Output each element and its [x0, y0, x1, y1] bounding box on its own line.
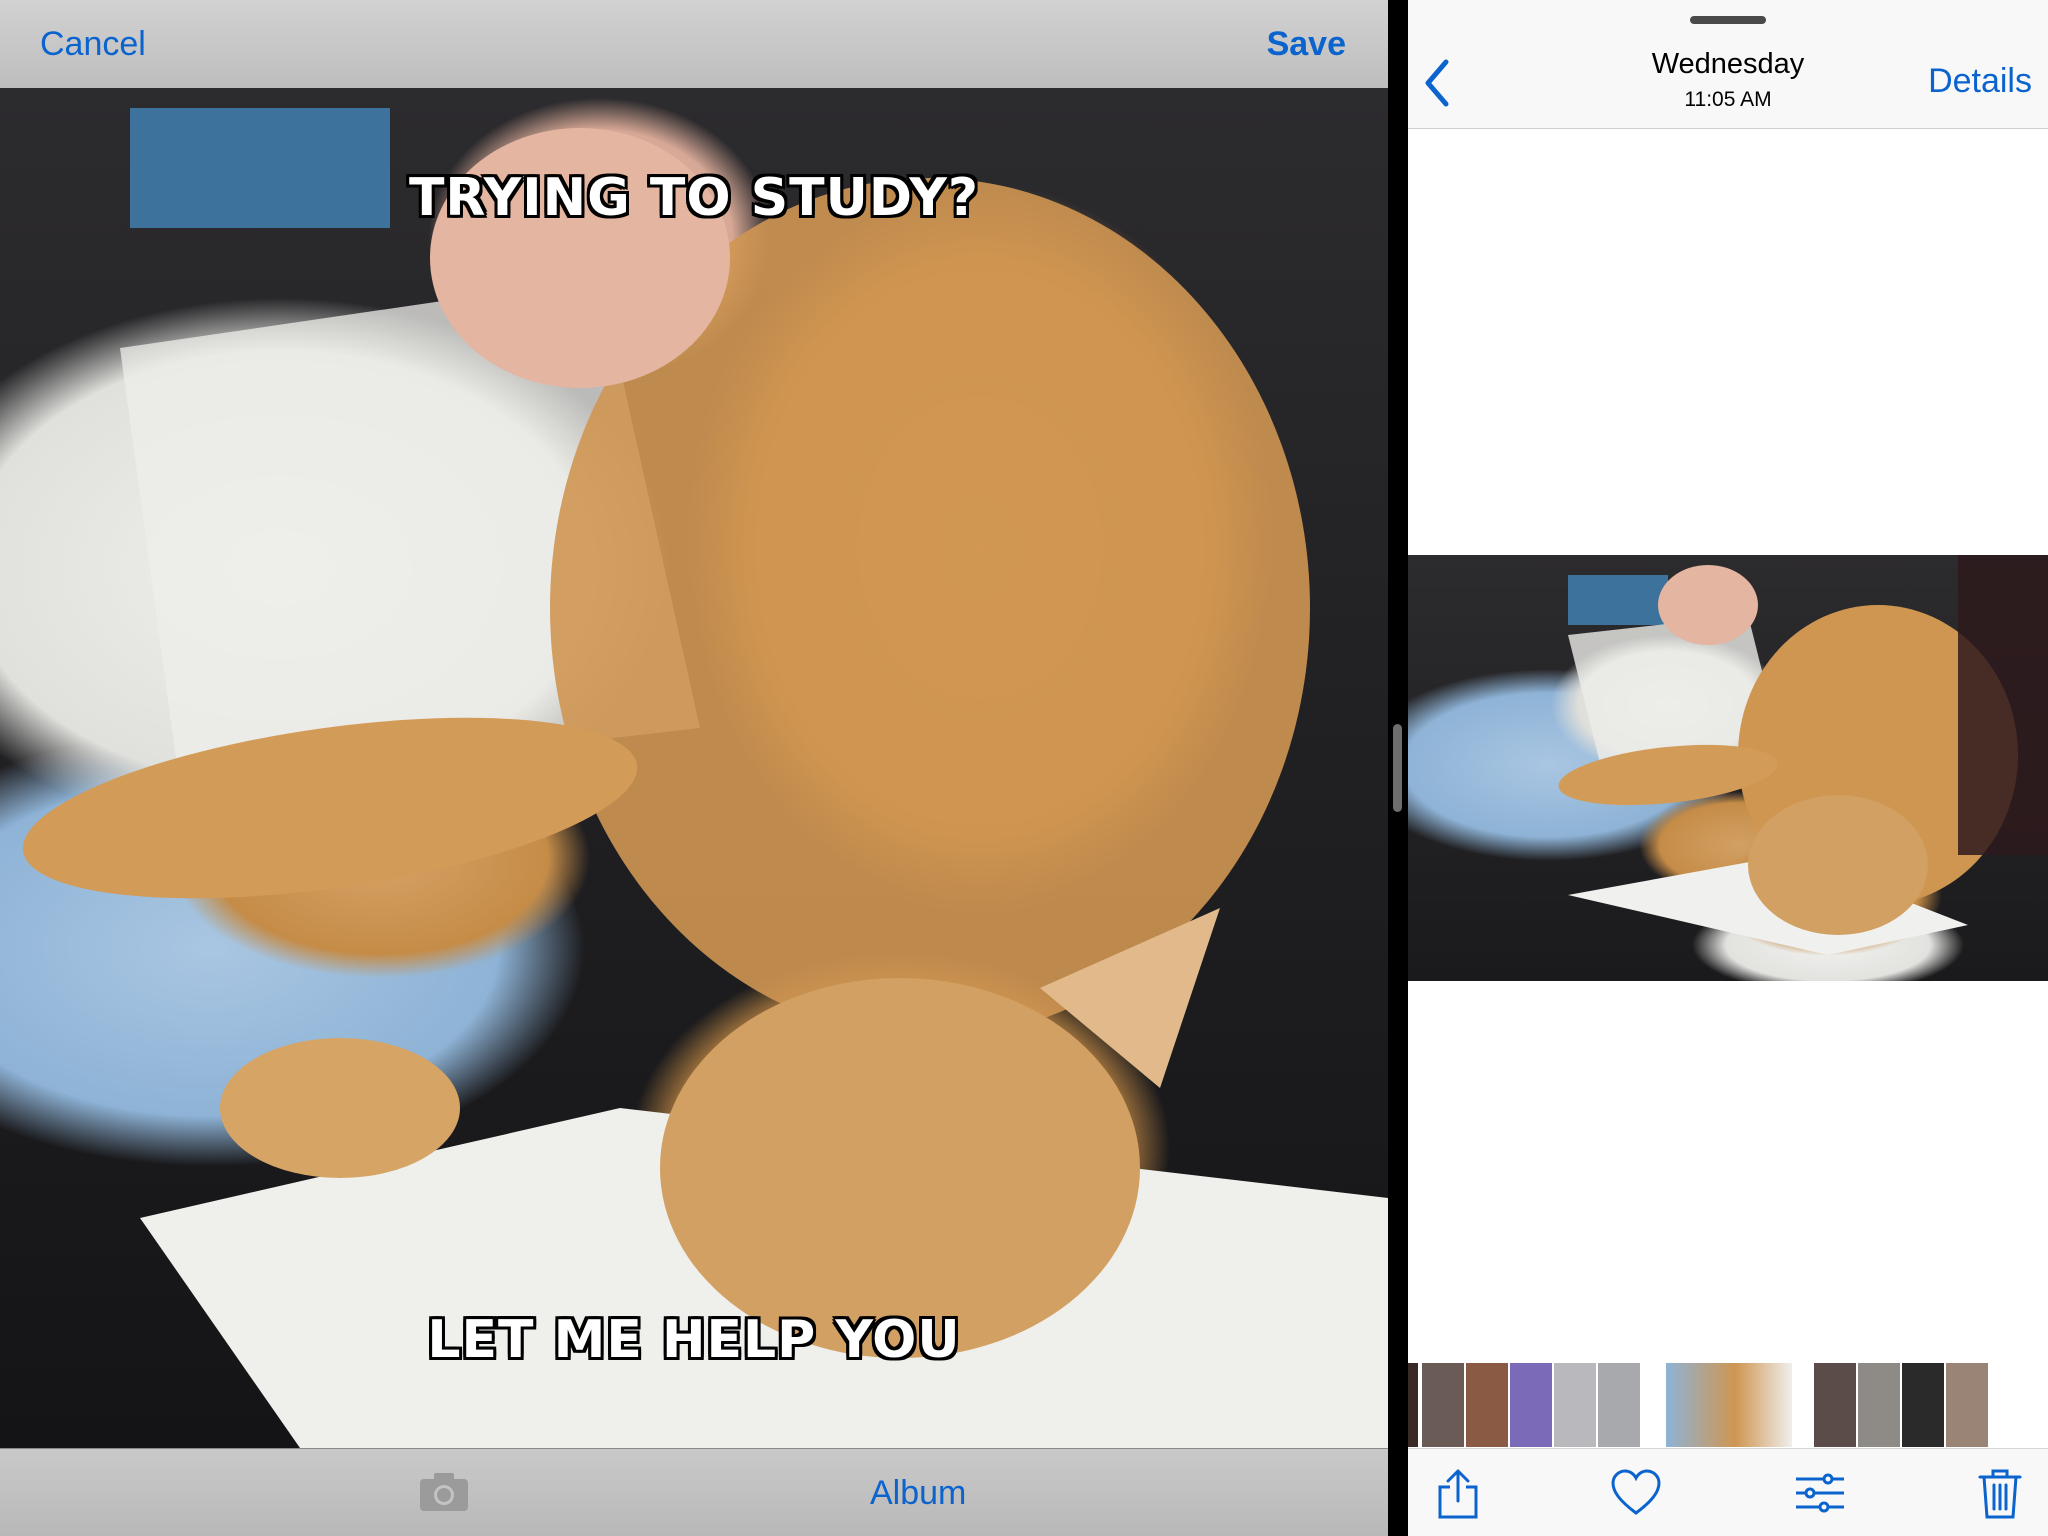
photos-nav-bar: Wednesday 11:05 AM Details — [1408, 0, 2048, 129]
meme-editor-pane: Cancel Save TRYING TO STUDY? LET ME HELP… — [0, 0, 1388, 1536]
cat-head-shape — [1748, 795, 1928, 935]
filmstrip-thumbnail[interactable] — [1554, 1363, 1596, 1447]
slide-over-grabber[interactable] — [1690, 16, 1766, 24]
photos-app-pane: Wednesday 11:05 AM Details — [1408, 0, 2048, 1536]
editor-bottom-bar: Album — [0, 1448, 1388, 1536]
meme-image: TRYING TO STUDY? LET ME HELP YOU — [0, 88, 1388, 1448]
photo-filmstrip[interactable] — [1408, 1360, 2048, 1450]
split-view-divider[interactable] — [1388, 0, 1408, 1536]
filmstrip-thumbnail[interactable] — [1946, 1363, 1988, 1447]
hand-shape — [1658, 565, 1758, 645]
filmstrip-thumbnail[interactable] — [1408, 1363, 1418, 1447]
filmstrip-thumbnail[interactable] — [1510, 1363, 1552, 1447]
filmstrip-thumbnail[interactable] — [1814, 1363, 1856, 1447]
adjust-sliders-icon[interactable] — [1794, 1467, 1846, 1521]
meme-bottom-text[interactable]: LET ME HELP YOU — [0, 1310, 1388, 1370]
save-button[interactable]: Save — [1267, 22, 1346, 66]
filmstrip-thumbnail[interactable] — [1466, 1363, 1508, 1447]
photo-illustration — [1558, 555, 2048, 955]
divider-handle[interactable] — [1393, 724, 1402, 812]
heart-icon[interactable] — [1610, 1467, 1662, 1521]
photo-viewer-image[interactable] — [1408, 555, 2048, 981]
meme-top-text[interactable]: TRYING TO STUDY? — [0, 168, 1388, 228]
hand-shape — [430, 128, 730, 388]
cat-head-shape — [660, 978, 1140, 1358]
filmstrip-thumbnail-selected[interactable] — [1666, 1363, 1792, 1447]
cat-paw-shape — [220, 1038, 460, 1178]
trash-icon[interactable] — [1974, 1467, 2026, 1521]
details-button[interactable]: Details — [1928, 62, 2032, 101]
arm-shape — [1958, 555, 2048, 855]
box-shape — [1568, 575, 1668, 625]
photo-illustration — [22, 108, 1388, 1448]
filmstrip-thumbnail[interactable] — [1598, 1363, 1640, 1447]
photos-bottom-toolbar — [1408, 1448, 2048, 1536]
camera-icon[interactable] — [418, 1469, 470, 1515]
editor-top-bar: Cancel Save — [0, 0, 1388, 89]
album-button[interactable]: Album — [870, 1471, 966, 1515]
share-icon[interactable] — [1432, 1467, 1484, 1521]
filmstrip-thumbnail[interactable] — [1902, 1363, 1944, 1447]
filmstrip-thumbnail[interactable] — [1858, 1363, 1900, 1447]
filmstrip-thumbnail[interactable] — [1422, 1363, 1464, 1447]
cancel-button[interactable]: Cancel — [40, 22, 146, 66]
